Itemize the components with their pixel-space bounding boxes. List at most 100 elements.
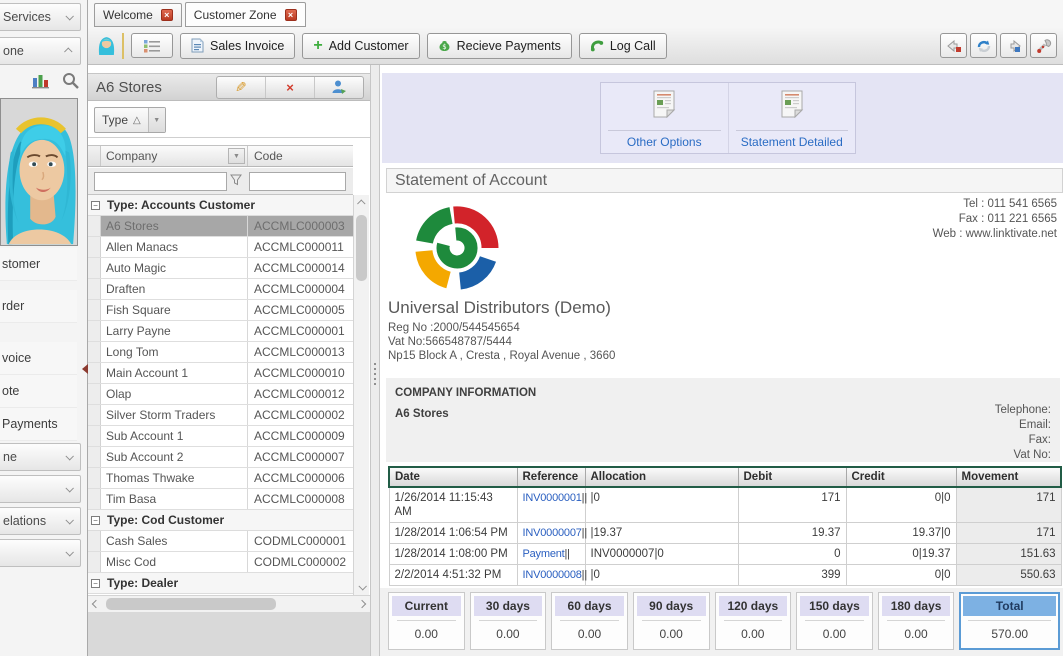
scroll-down-icon[interactable] bbox=[354, 579, 369, 595]
chevron-down-icon bbox=[65, 516, 74, 525]
list-item[interactable]: Sub Account 2 ACCMLC000007 bbox=[88, 447, 353, 468]
fax-line: Fax : 011 221 6565 bbox=[958, 213, 1057, 225]
list-item[interactable]: Main Account 1 ACCMLC000010 bbox=[88, 363, 353, 384]
col-date[interactable]: Date bbox=[388, 466, 518, 488]
tab-customer-zone[interactable]: Customer Zone × bbox=[184, 2, 306, 27]
col-reference[interactable]: Reference bbox=[516, 466, 586, 488]
close-icon[interactable]: × bbox=[284, 8, 297, 21]
aging-bucket-total[interactable]: Total 570.00 bbox=[959, 592, 1061, 650]
list-item[interactable]: Tim Basa ACCMLC000008 bbox=[88, 489, 353, 510]
collapse-icon[interactable]: − bbox=[91, 578, 100, 588]
code-filter-input[interactable] bbox=[249, 171, 346, 191]
sidebar-item-order[interactable]: rder bbox=[0, 290, 77, 323]
pencil-icon: ✎ bbox=[235, 78, 247, 95]
scroll-up-icon[interactable] bbox=[354, 195, 369, 211]
scroll-right-icon[interactable] bbox=[354, 596, 370, 612]
list-item[interactable]: Silver Storm Traders ACCMLC000002 bbox=[88, 405, 353, 426]
receive-payments-button[interactable]: $ Recieve Payments bbox=[426, 32, 572, 59]
col-credit[interactable]: Credit bbox=[845, 466, 957, 488]
bar-chart-icon[interactable] bbox=[32, 73, 50, 92]
sidebar-item-quote[interactable]: ote bbox=[0, 375, 77, 408]
aging-bucket-60[interactable]: 60 days 0.00 bbox=[551, 592, 628, 650]
aging-bucket-current[interactable]: Current 0.00 bbox=[388, 592, 465, 650]
sidebar-section-services[interactable]: Services bbox=[0, 3, 81, 31]
list-item[interactable]: Sub Account 1 ACCMLC000009 bbox=[88, 426, 353, 447]
col-debit[interactable]: Debit bbox=[737, 466, 847, 488]
statement-detailed-button[interactable]: Statement Detailed bbox=[727, 83, 856, 153]
scrollbar-thumb[interactable] bbox=[106, 598, 276, 610]
col-allocation[interactable]: Allocation bbox=[584, 466, 739, 488]
statement-title-bar: Statement of Account bbox=[386, 168, 1063, 193]
list-item[interactable]: Fish Square ACCMLC000005 bbox=[88, 300, 353, 321]
list-item[interactable]: Auto Magic ACCMLC000014 bbox=[88, 258, 353, 279]
list-item[interactable]: Olap ACCMLC000012 bbox=[88, 384, 353, 405]
sidebar-section-zone[interactable]: one bbox=[0, 37, 81, 65]
sidebar-item-invoice[interactable]: voice bbox=[0, 342, 77, 375]
list-item[interactable]: Larry Payne ACCMLC000001 bbox=[88, 321, 353, 342]
list-group-header[interactable]: − Type: Cod Customer bbox=[88, 510, 353, 531]
add-contact-button[interactable] bbox=[315, 77, 363, 98]
sales-invoice-button[interactable]: Sales Invoice bbox=[180, 32, 296, 59]
scrollbar-thumb[interactable] bbox=[356, 215, 367, 281]
list-group-header[interactable]: − Type: Dealer bbox=[88, 573, 353, 594]
reference-link[interactable]: Payment bbox=[523, 548, 565, 560]
settings-button[interactable] bbox=[1030, 33, 1057, 58]
tab-welcome[interactable]: Welcome × bbox=[94, 3, 182, 27]
aging-bucket-120[interactable]: 120 days 0.00 bbox=[714, 592, 792, 650]
collapse-icon[interactable]: − bbox=[91, 200, 100, 210]
col-movement[interactable]: Movement bbox=[955, 466, 1062, 488]
aging-bucket-180[interactable]: 180 days 0.00 bbox=[877, 592, 955, 650]
column-header-code[interactable]: Code bbox=[248, 146, 353, 166]
list-item[interactable]: Draften ACCMLC000004 bbox=[88, 279, 353, 300]
sidebar-item-customer[interactable]: stomer bbox=[0, 248, 77, 281]
company-filter-input[interactable] bbox=[94, 171, 227, 191]
aging-bucket-150[interactable]: 150 days 0.00 bbox=[796, 592, 873, 650]
close-icon[interactable]: × bbox=[160, 9, 173, 21]
panel-splitter[interactable] bbox=[370, 65, 380, 656]
toolbar: Sales Invoice + Add Customer $ Recieve P… bbox=[88, 27, 1063, 65]
list-item[interactable]: Cash Sales CODMLC000001 bbox=[88, 531, 353, 552]
list-item-selected[interactable]: A6 Stores ACCMLC000003 bbox=[88, 216, 353, 237]
add-customer-button[interactable]: + Add Customer bbox=[302, 32, 420, 59]
other-options-button[interactable]: Other Options bbox=[601, 83, 728, 153]
reference-link[interactable]: INV0000008 bbox=[523, 569, 582, 581]
aging-bucket-90[interactable]: 90 days 0.00 bbox=[632, 592, 710, 650]
sidebar-accordion-relations[interactable]: elations bbox=[0, 507, 81, 535]
scroll-left-icon[interactable] bbox=[88, 596, 104, 612]
edit-button[interactable]: ✎ bbox=[217, 76, 266, 98]
user-avatar-icon[interactable] bbox=[98, 34, 115, 58]
nav-back-button[interactable] bbox=[940, 33, 967, 58]
search-icon[interactable] bbox=[62, 72, 79, 92]
delete-button[interactable]: × bbox=[266, 76, 315, 98]
filter-funnel-icon[interactable] bbox=[230, 174, 242, 189]
chevron-down-icon[interactable]: ▼ bbox=[228, 148, 245, 164]
nav-forward-button[interactable] bbox=[1000, 33, 1027, 58]
reference-link[interactable]: INV0000007 bbox=[523, 527, 582, 539]
horizontal-scrollbar[interactable] bbox=[88, 595, 370, 612]
sort-asc-icon: △ bbox=[133, 114, 141, 126]
sidebar-accordion-1[interactable]: ne bbox=[0, 443, 81, 471]
list-item[interactable]: Misc Cod CODMLC000002 bbox=[88, 552, 353, 573]
log-call-button[interactable]: Log Call bbox=[578, 32, 667, 59]
list-item[interactable]: Long Tom ACCMLC000013 bbox=[88, 342, 353, 363]
statement-table: Date Reference Allocation Debit Credit M… bbox=[388, 466, 1062, 586]
column-header-company[interactable]: Company ▼ bbox=[101, 146, 248, 166]
sidebar-item-payments[interactable]: Payments bbox=[0, 408, 77, 441]
document-icon bbox=[781, 90, 803, 118]
sidebar-accordion-2[interactable] bbox=[0, 475, 81, 503]
list-item[interactable]: Thomas Thwake ACCMLC000006 bbox=[88, 468, 353, 489]
list-item[interactable]: Allen Manacs ACCMLC000011 bbox=[88, 237, 353, 258]
customer-contact-labels: Telephone: Email: Fax: Vat No: bbox=[994, 404, 1051, 461]
list-view-button[interactable] bbox=[131, 33, 173, 58]
reference-link[interactable]: INV0000001 bbox=[523, 492, 582, 504]
collapse-icon[interactable]: − bbox=[91, 515, 100, 525]
splitter-handle[interactable] bbox=[374, 360, 377, 388]
group-by-chip-type[interactable]: Type △ ▼ bbox=[94, 107, 166, 133]
chevron-down-icon[interactable]: ▼ bbox=[147, 108, 165, 132]
sidebar-accordion-4[interactable] bbox=[0, 539, 81, 567]
refresh-button[interactable] bbox=[970, 33, 997, 58]
vertical-scrollbar[interactable] bbox=[353, 195, 369, 595]
list-group-header[interactable]: − Type: Accounts Customer bbox=[88, 195, 353, 216]
aging-bucket-30[interactable]: 30 days 0.00 bbox=[469, 592, 547, 650]
chevron-down-icon bbox=[65, 452, 74, 461]
